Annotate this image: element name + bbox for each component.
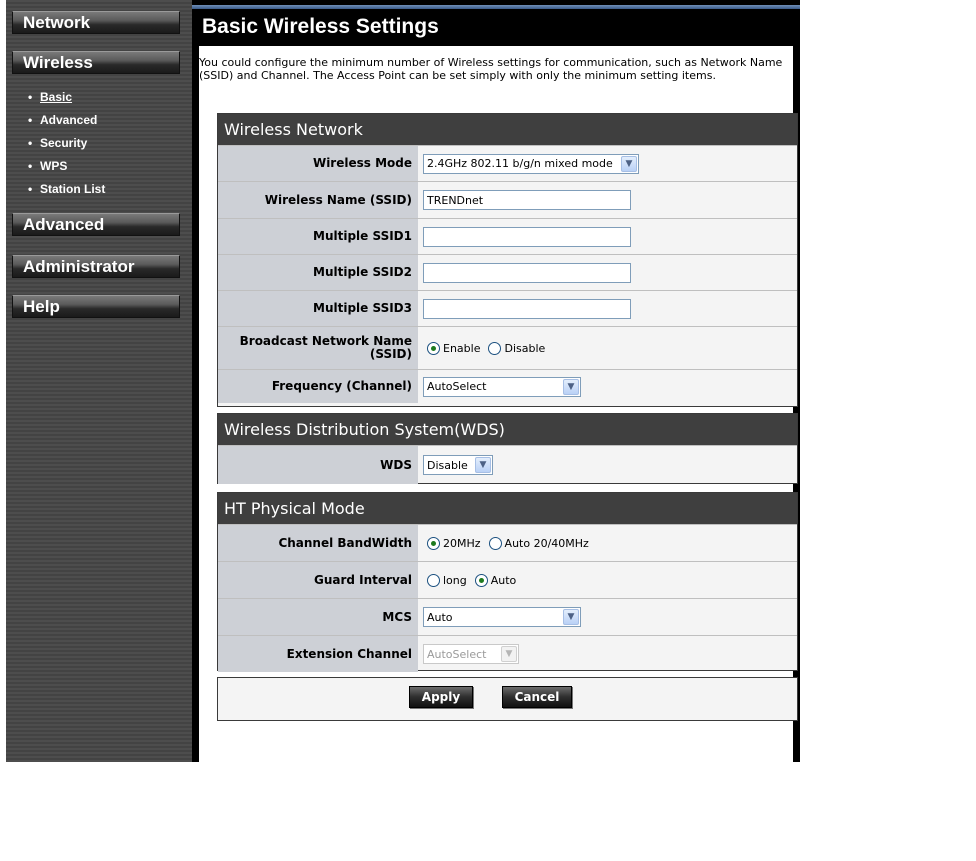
guard-auto-radio[interactable]: [474, 573, 488, 587]
ht-physical-mode-panel: HT Physical Mode Channel BandWidth 20MHz…: [217, 492, 798, 672]
guard-long-radio[interactable]: [427, 573, 440, 587]
row-broadcast: Broadcast Network Name (SSID) Enable Dis…: [218, 326, 797, 369]
nav-help[interactable]: Help: [12, 295, 180, 318]
title-stripe: [192, 5, 800, 9]
frequency-select[interactable]: AutoSelect ▼: [423, 376, 581, 397]
mcs-select[interactable]: Auto ▼: [423, 607, 581, 627]
guard-long-option[interactable]: long: [423, 573, 467, 587]
actions-panel: Apply Cancel: [217, 677, 798, 721]
ssid1-label: Multiple SSID1: [218, 219, 418, 254]
broadcast-disable-radio[interactable]: [488, 341, 502, 355]
bandwidth-20mhz-option[interactable]: 20MHz: [423, 536, 481, 550]
bandwidth-auto-radio[interactable]: [488, 536, 502, 550]
wireless-mode-select[interactable]: 2.4GHz 802.11 b/g/n mixed mode ▼: [423, 153, 639, 174]
ht-heading: HT Physical Mode: [218, 493, 797, 524]
row-mcs: MCS Auto ▼: [218, 598, 797, 635]
wds-heading: Wireless Distribution System(WDS): [218, 414, 797, 445]
extension-channel-label: Extension Channel: [218, 636, 418, 672]
ssid2-input[interactable]: [423, 262, 631, 283]
submenu-advanced[interactable]: • Advanced: [28, 111, 105, 134]
ssid3-label: Multiple SSID3: [218, 291, 418, 326]
extension-channel-select[interactable]: AutoSelect ▼: [423, 644, 519, 664]
chevron-down-icon: ▼: [501, 646, 517, 662]
bandwidth-auto-option[interactable]: Auto 20/40MHz: [485, 536, 589, 550]
ssid-input[interactable]: [423, 190, 631, 210]
row-ssid: Wireless Name (SSID): [218, 181, 797, 218]
bandwidth-20mhz-radio[interactable]: [427, 536, 440, 550]
submenu-security[interactable]: • Security: [28, 134, 105, 157]
nav-administrator[interactable]: Administrator: [12, 255, 180, 278]
submenu-basic[interactable]: • Basic: [28, 88, 105, 111]
submenu-station-list[interactable]: • Station List: [28, 180, 105, 203]
page-title: Basic Wireless Settings: [202, 15, 439, 38]
row-ssid3: Multiple SSID3: [218, 290, 797, 326]
guard-interval-label: Guard Interval: [218, 562, 418, 598]
chevron-down-icon: ▼: [563, 609, 579, 625]
ssid-label: Wireless Name (SSID): [218, 182, 418, 218]
chevron-down-icon: ▼: [563, 378, 579, 395]
nav-wireless[interactable]: Wireless: [12, 51, 180, 74]
channel-bandwidth-label: Channel BandWidth: [218, 525, 418, 561]
wireless-network-heading: Wireless Network: [218, 114, 797, 145]
content-frame: Basic Wireless Settings You could config…: [192, 0, 800, 762]
cancel-button[interactable]: Cancel: [502, 686, 572, 708]
guard-auto-option[interactable]: Auto: [471, 573, 516, 587]
wireless-mode-label: Wireless Mode: [218, 146, 418, 181]
row-ssid2: Multiple SSID2: [218, 254, 797, 290]
frequency-label: Frequency (Channel): [218, 370, 418, 403]
ssid1-input[interactable]: [423, 226, 631, 247]
broadcast-label: Broadcast Network Name (SSID): [218, 327, 418, 369]
sidebar: Network Wireless • Basic • Advanced • Secur…: [6, 0, 192, 762]
broadcast-enable-radio[interactable]: [427, 341, 440, 355]
broadcast-disable-option[interactable]: Disable: [484, 341, 545, 355]
row-wds: WDS Disable ▼: [218, 445, 797, 484]
chevron-down-icon: ▼: [475, 457, 491, 473]
wds-panel: Wireless Distribution System(WDS) WDS Di…: [217, 413, 798, 484]
row-frequency: Frequency (Channel) AutoSelect ▼: [218, 369, 797, 403]
nav-network[interactable]: Network: [12, 11, 180, 34]
broadcast-enable-option[interactable]: Enable: [423, 341, 480, 355]
wireless-submenu: • Basic • Advanced • Security • WPS • Station…: [28, 88, 105, 203]
nav-advanced[interactable]: Advanced: [12, 213, 180, 236]
apply-button[interactable]: Apply: [409, 686, 473, 708]
wds-label: WDS: [218, 446, 418, 484]
ssid3-input[interactable]: [423, 298, 631, 319]
wireless-network-panel: Wireless Network Wireless Mode 2.4GHz 80…: [217, 113, 798, 407]
row-guard-interval: Guard Interval long Auto: [218, 561, 797, 598]
row-extension-channel: Extension Channel AutoSelect ▼: [218, 635, 797, 672]
mcs-label: MCS: [218, 599, 418, 635]
row-wireless-mode: Wireless Mode 2.4GHz 802.11 b/g/n mixed …: [218, 145, 797, 181]
intro-text: You could configure the minimum number o…: [199, 56, 783, 82]
chevron-down-icon: ▼: [621, 155, 637, 172]
row-ssid1: Multiple SSID1: [218, 218, 797, 254]
content-area: You could configure the minimum number o…: [199, 46, 798, 762]
ssid2-label: Multiple SSID2: [218, 255, 418, 290]
submenu-wps[interactable]: • WPS: [28, 157, 105, 180]
row-channel-bandwidth: Channel BandWidth 20MHz Auto 20/40MHz: [218, 524, 797, 561]
wds-select[interactable]: Disable ▼: [423, 455, 493, 475]
